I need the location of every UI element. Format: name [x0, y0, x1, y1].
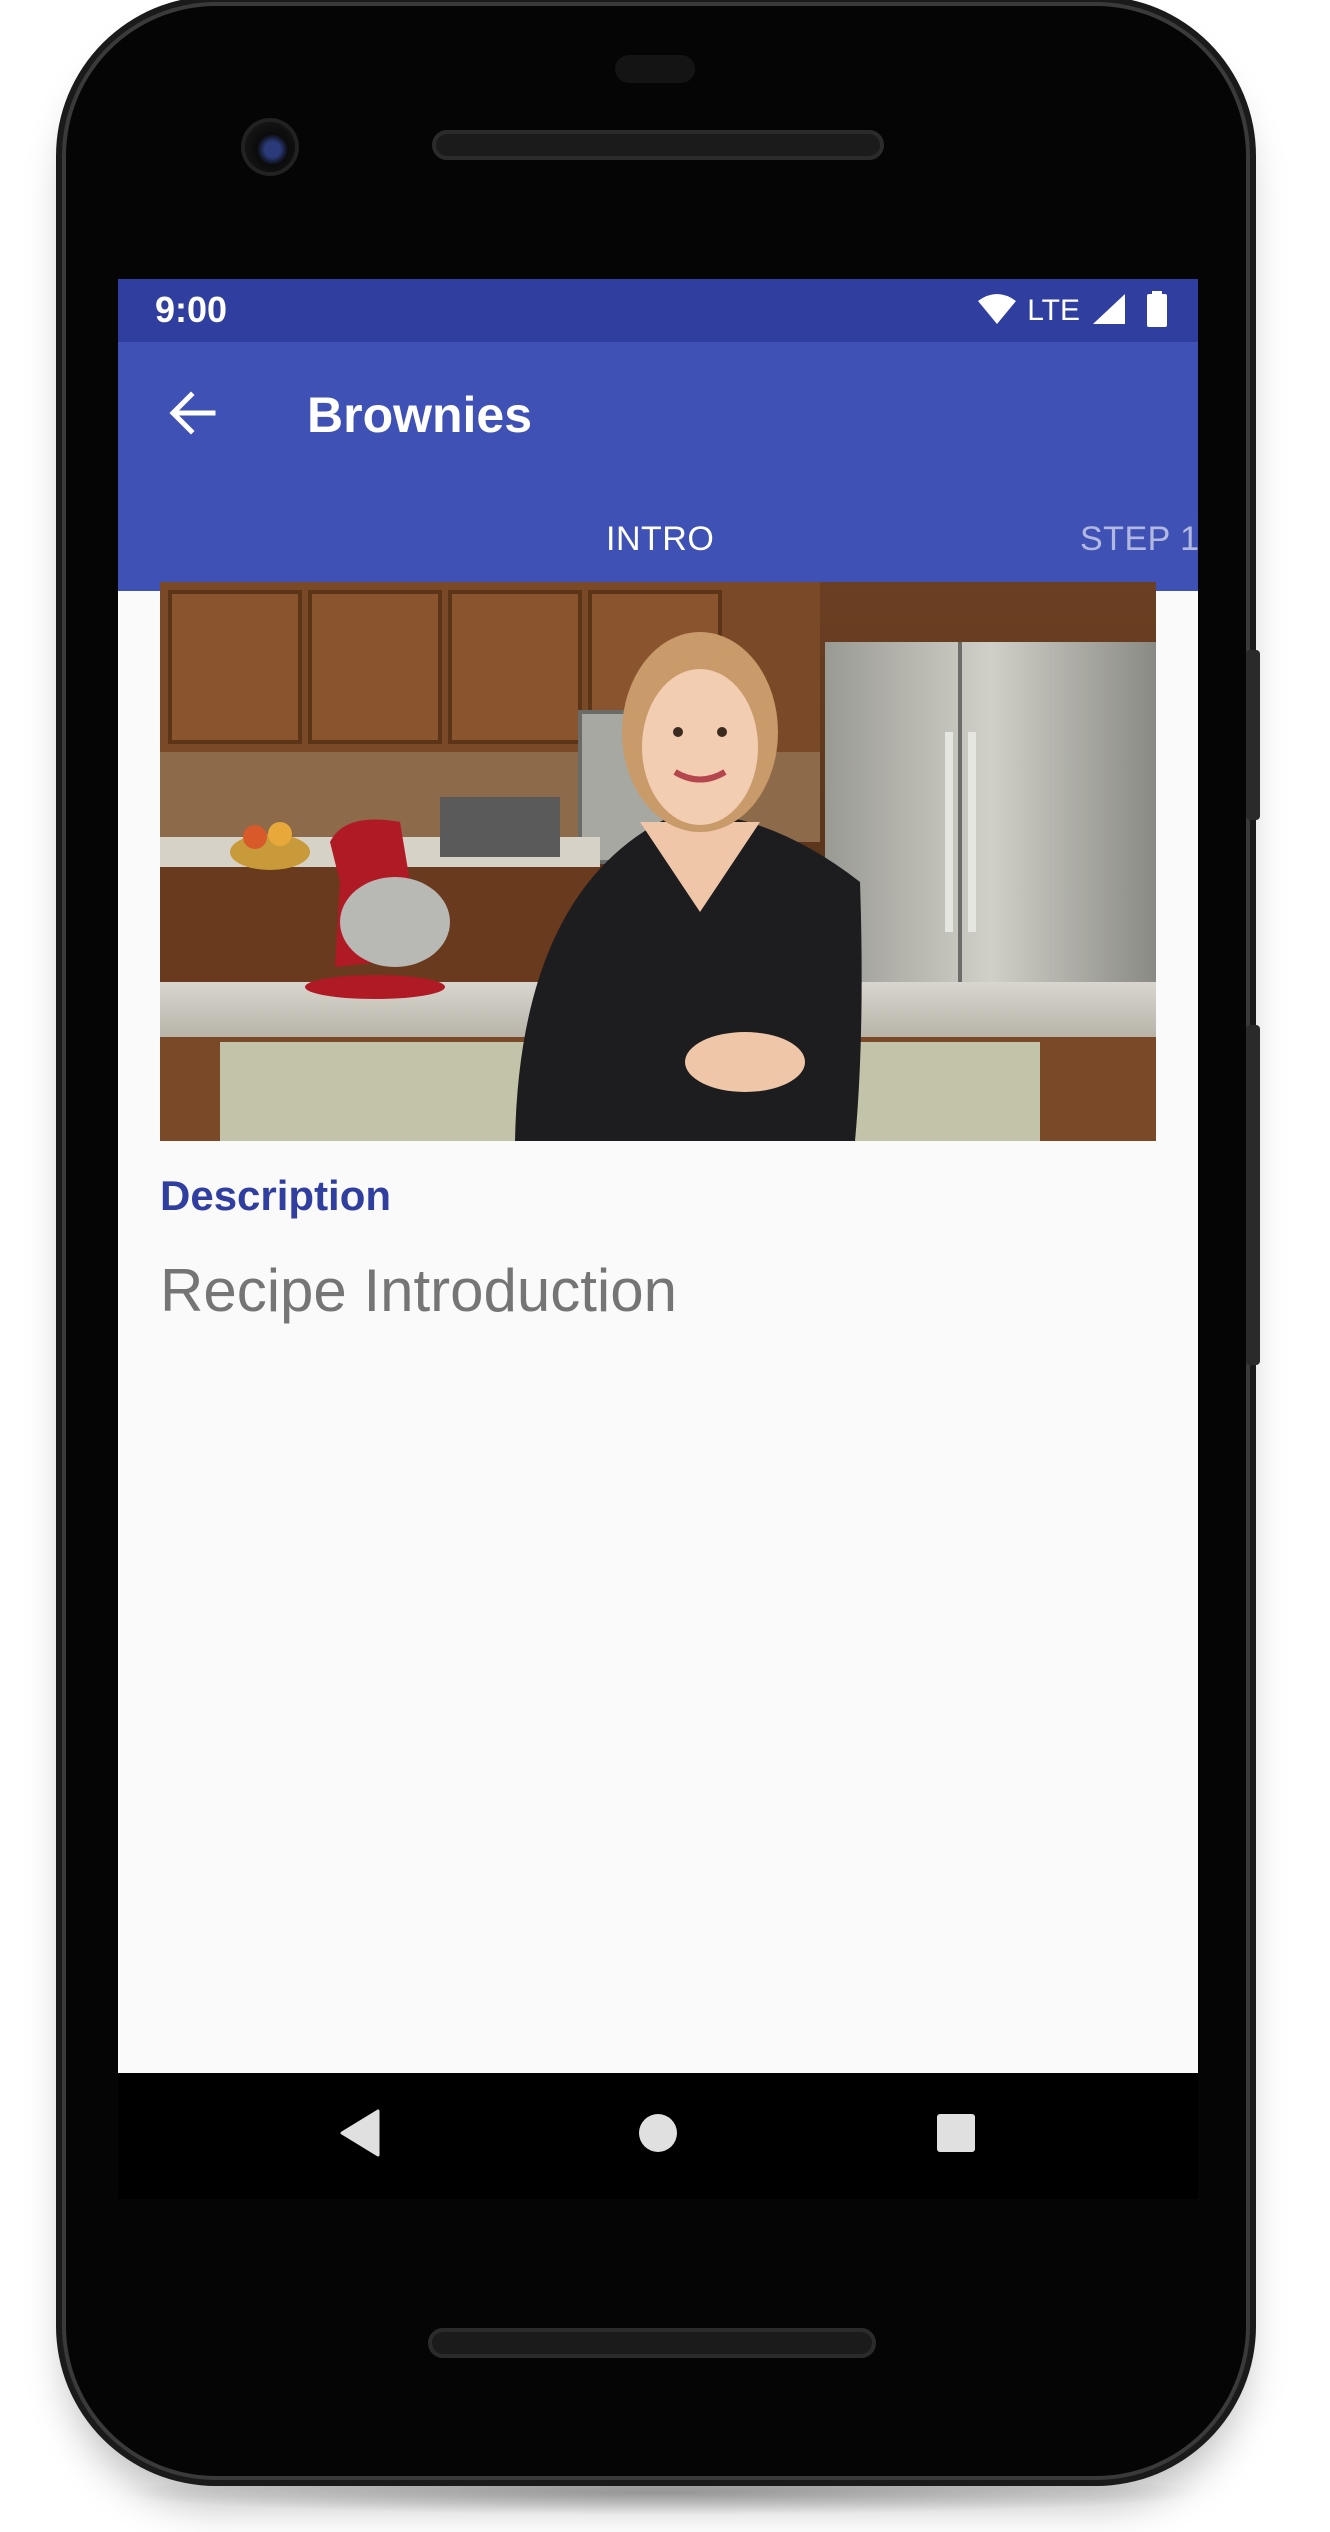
- home-circle-icon: [638, 2113, 678, 2158]
- back-button[interactable]: [158, 380, 228, 450]
- nav-home-button[interactable]: [626, 2103, 690, 2167]
- nav-recents-button[interactable]: [924, 2103, 988, 2167]
- top-speaker: [432, 130, 884, 160]
- description-text: Recipe Introduction: [160, 1257, 677, 1324]
- status-time: 9:00: [155, 289, 228, 330]
- toolbar: Brownies: [118, 342, 1198, 492]
- battery-icon: [1146, 290, 1168, 332]
- page-title: Brownies: [307, 387, 533, 443]
- phone-shadow: [110, 2470, 1210, 2515]
- status-icons: LTE: [977, 290, 1168, 332]
- network-type: LTE: [1027, 294, 1080, 327]
- tab-bar: INTRO STEP 1: [118, 492, 1198, 591]
- nav-back-button[interactable]: [328, 2103, 392, 2167]
- signal-icon: [1092, 293, 1126, 330]
- wifi-icon: [977, 293, 1017, 330]
- status-bar: 9:00 LTE: [118, 279, 1198, 342]
- tab-intro[interactable]: INTRO: [606, 520, 714, 559]
- screen: 9:00 LTE Brownies INTRO STEP 1 Descripti…: [118, 279, 1198, 2073]
- bottom-speaker: [428, 2328, 876, 2358]
- system-nav-bar: [118, 2073, 1198, 2199]
- video-player[interactable]: [160, 582, 1156, 1141]
- video-thumbnail: [160, 582, 1156, 1141]
- back-triangle-icon: [338, 2109, 382, 2162]
- arrow-back-icon: [169, 390, 217, 440]
- tab-step-1[interactable]: STEP 1: [1080, 520, 1198, 559]
- earpiece-slot: [615, 55, 695, 83]
- power-button: [1246, 650, 1260, 820]
- description-label: Description: [160, 1172, 392, 1219]
- front-camera: [245, 122, 295, 172]
- volume-button: [1246, 1025, 1260, 1365]
- recents-square-icon: [936, 2113, 976, 2158]
